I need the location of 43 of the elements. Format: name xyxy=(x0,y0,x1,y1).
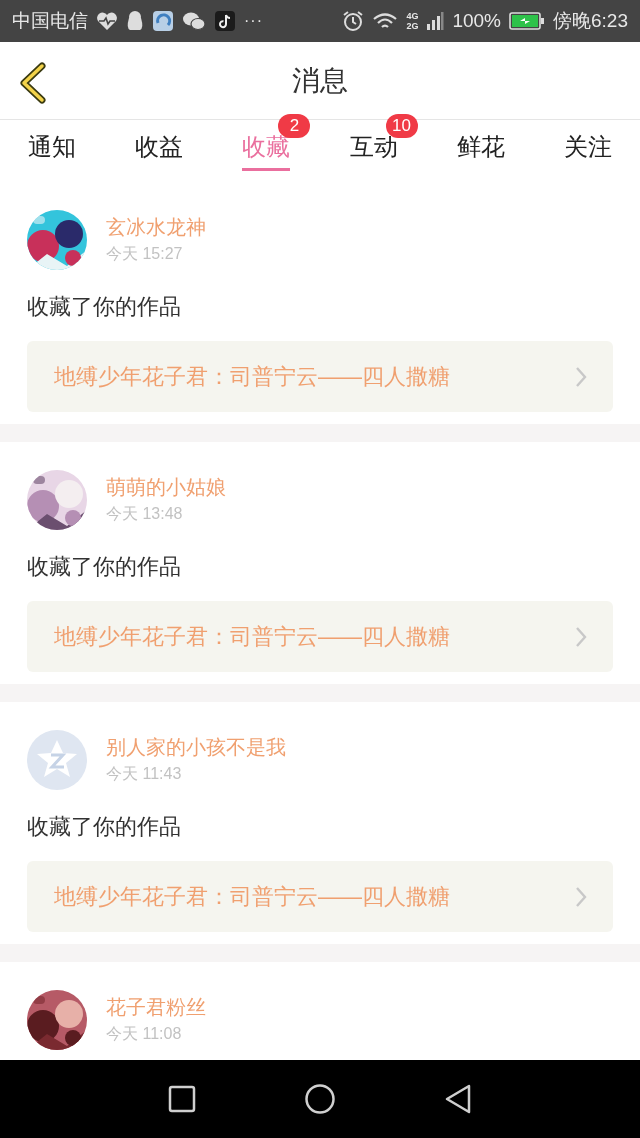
home-icon[interactable] xyxy=(304,1083,336,1115)
message-time: 今天 11:43 xyxy=(106,764,183,784)
user-name[interactable]: 萌萌的小姑娘 xyxy=(106,473,226,501)
page-title: 消息 xyxy=(292,63,348,98)
network-type-text: 4G xyxy=(406,11,419,21)
message-text: 收藏了你的作品 xyxy=(27,553,182,581)
message-time: 今天 11:08 xyxy=(106,1024,183,1044)
battery-percent: 100% xyxy=(452,8,501,33)
default-avatar-icon xyxy=(27,730,87,790)
message-text: 收藏了你的作品 xyxy=(27,813,182,841)
clock-time: 傍晚6:23 xyxy=(553,8,628,33)
message-text: 收藏了你的作品 xyxy=(27,293,182,321)
charging-battery-icon xyxy=(509,12,545,30)
music-note-app-icon xyxy=(214,10,236,32)
user-name[interactable]: 玄冰水龙神 xyxy=(106,213,206,241)
work-link[interactable]: 地缚少年花子君：司普宁云——四人撒糖 xyxy=(27,341,613,412)
browser-app-icon xyxy=(152,10,174,32)
alarm-icon xyxy=(342,10,365,32)
carrier-name: 中国电信 xyxy=(12,8,88,33)
work-title: 地缚少年花子君：司普宁云——四人撒糖 xyxy=(54,883,450,911)
work-title: 地缚少年花子君：司普宁云——四人撒糖 xyxy=(54,623,450,651)
recent-apps-icon[interactable] xyxy=(168,1085,196,1113)
work-link[interactable]: 地缚少年花子君：司普宁云——四人撒糖 xyxy=(27,861,613,932)
message-time: 今天 15:27 xyxy=(106,244,184,264)
heartbeat-icon xyxy=(96,11,118,31)
user-name[interactable]: 别人家的小孩不是我 xyxy=(106,733,286,761)
chat-bubbles-icon xyxy=(182,11,206,31)
back-nav-icon[interactable] xyxy=(444,1084,472,1114)
signal-icon xyxy=(426,10,445,32)
work-link[interactable]: 地缚少年花子君：司普宁云——四人撒糖 xyxy=(27,601,613,672)
user-name[interactable]: 花子君粉丝 xyxy=(106,993,206,1021)
work-title: 地缚少年花子君：司普宁云——四人撒糖 xyxy=(54,363,450,391)
chevron-right-icon xyxy=(575,625,587,648)
more-notifications-text: ··· xyxy=(244,11,263,31)
tab[interactable]: 通知 xyxy=(28,131,76,171)
tab[interactable]: 鲜花 xyxy=(456,131,505,171)
network-type-text: 2G xyxy=(406,21,419,31)
message-time: 今天 13:48 xyxy=(106,504,184,524)
tab[interactable]: 关注 xyxy=(563,131,612,171)
back-icon[interactable] xyxy=(18,62,48,104)
chevron-right-icon xyxy=(575,885,587,908)
tab[interactable]: 收益 xyxy=(135,131,184,171)
chevron-right-icon xyxy=(575,365,587,388)
